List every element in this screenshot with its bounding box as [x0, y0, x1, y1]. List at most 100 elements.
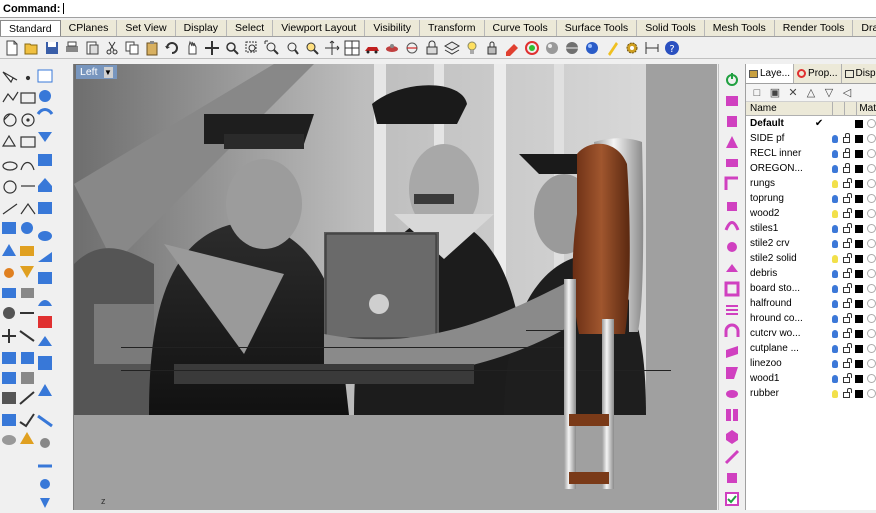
layer-name[interactable]: cutcrv wo...: [746, 328, 815, 339]
rendered-sphere-icon[interactable]: [582, 38, 602, 58]
tab-render-tools[interactable]: Render Tools: [775, 20, 854, 37]
layer-name[interactable]: stile2 solid: [746, 253, 815, 264]
layer-color-swatch[interactable]: [855, 390, 863, 398]
column-current[interactable]: [833, 102, 845, 115]
tab-surface-tools[interactable]: Surface Tools: [557, 20, 637, 37]
layer-color-swatch[interactable]: [855, 345, 863, 353]
delete-layer-icon[interactable]: ✕: [786, 86, 800, 99]
open-file-icon[interactable]: [22, 38, 42, 58]
material-icon[interactable]: [867, 149, 876, 158]
tab-layers[interactable]: Laye...: [746, 64, 794, 83]
layer-row[interactable]: SIDE pf: [746, 131, 876, 146]
lock-icon[interactable]: [840, 360, 852, 368]
light-bulb-icon[interactable]: [829, 165, 841, 173]
material-icon[interactable]: [867, 284, 876, 293]
material-icon[interactable]: [867, 314, 876, 323]
collapse-icon[interactable]: ◁: [840, 86, 854, 99]
material-icon[interactable]: [867, 359, 876, 368]
new-sublayer-icon[interactable]: ▣: [768, 86, 782, 99]
lock-icon[interactable]: [840, 345, 852, 353]
lock-icon[interactable]: [422, 38, 442, 58]
material-icon[interactable]: [867, 194, 876, 203]
layer-row[interactable]: halfround: [746, 296, 876, 311]
column-on[interactable]: [845, 102, 857, 115]
dimension-icon[interactable]: [642, 38, 662, 58]
light-bulb-icon[interactable]: [829, 285, 841, 293]
split-icon[interactable]: [722, 406, 742, 424]
light-bulb-icon[interactable]: [829, 300, 841, 308]
fillet-icon[interactable]: [722, 175, 742, 193]
tab-visibility[interactable]: Visibility: [365, 20, 420, 37]
column-material[interactable]: Mat: [857, 102, 876, 115]
new-file-icon[interactable]: [2, 38, 22, 58]
layer-name[interactable]: rubber: [746, 388, 815, 399]
lock-icon[interactable]: [840, 255, 852, 263]
box-icon[interactable]: [722, 91, 742, 109]
layer-color-swatch[interactable]: [855, 225, 863, 233]
cone-icon[interactable]: [722, 133, 742, 151]
layer-name[interactable]: halfround: [746, 298, 815, 309]
layer-row[interactable]: stile2 crv: [746, 236, 876, 251]
properties-icon[interactable]: [502, 38, 522, 58]
layer-row[interactable]: wood2: [746, 206, 876, 221]
tab-properties[interactable]: Prop...: [794, 64, 841, 83]
layer-name[interactable]: rungs: [746, 178, 815, 189]
layer-row[interactable]: stile2 solid: [746, 251, 876, 266]
offset-srf-icon[interactable]: [722, 343, 742, 361]
layer-color-swatch[interactable]: [855, 210, 863, 218]
light-bulb-icon[interactable]: [829, 210, 841, 218]
lock-icon[interactable]: [840, 150, 852, 158]
light-bulb-icon[interactable]: [829, 345, 841, 353]
layer-color-swatch[interactable]: [855, 330, 863, 338]
lock-icon[interactable]: [840, 300, 852, 308]
check-object-icon[interactable]: [722, 490, 742, 508]
layer-color-swatch[interactable]: [855, 300, 863, 308]
lock-icon[interactable]: [840, 210, 852, 218]
print-icon[interactable]: [62, 38, 82, 58]
layer-name[interactable]: wood2: [746, 208, 815, 219]
layer-color-swatch[interactable]: [855, 135, 863, 143]
layer-row[interactable]: rungs: [746, 176, 876, 191]
material-icon[interactable]: [867, 209, 876, 218]
lock-icon[interactable]: [840, 375, 852, 383]
network-srf-icon[interactable]: [722, 301, 742, 319]
tab-set-view[interactable]: Set View: [117, 20, 175, 37]
layer-name[interactable]: hround co...: [746, 313, 815, 324]
tab-transform[interactable]: Transform: [420, 20, 484, 37]
join-icon[interactable]: [722, 469, 742, 487]
layer-row[interactable]: RECL inner: [746, 146, 876, 161]
cut-icon[interactable]: [102, 38, 122, 58]
rotate-view-icon[interactable]: [202, 38, 222, 58]
light-bulb-icon[interactable]: [462, 38, 482, 58]
lock-icon[interactable]: [840, 315, 852, 323]
zoom-extents-icon[interactable]: [262, 38, 282, 58]
new-layer-icon[interactable]: □: [750, 87, 764, 99]
color-wheel-icon[interactable]: [522, 38, 542, 58]
layer-row[interactable]: debris: [746, 266, 876, 281]
material-icon[interactable]: [867, 269, 876, 278]
options-gear-icon[interactable]: [622, 38, 642, 58]
cap-icon[interactable]: [722, 385, 742, 403]
layer-row[interactable]: cutcrv wo...: [746, 326, 876, 341]
light-bulb-icon[interactable]: [829, 135, 841, 143]
viewport-title[interactable]: Left ▼: [76, 65, 117, 79]
extrude-icon[interactable]: [722, 196, 742, 214]
left-toolbar-icons[interactable]: [0, 66, 72, 510]
material-icon[interactable]: [867, 344, 876, 353]
tab-viewport-layout[interactable]: Viewport Layout: [273, 20, 365, 37]
light-bulb-icon[interactable]: [829, 390, 841, 398]
render-sphere-icon[interactable]: [542, 38, 562, 58]
material-icon[interactable]: [867, 179, 876, 188]
pan-icon[interactable]: [182, 38, 202, 58]
layer-color-swatch[interactable]: [855, 150, 863, 158]
material-icon[interactable]: [867, 389, 876, 398]
move-icon[interactable]: [322, 38, 342, 58]
layer-color-swatch[interactable]: [855, 375, 863, 383]
move-down-icon[interactable]: ▽: [822, 86, 836, 99]
tab-select[interactable]: Select: [227, 20, 273, 37]
layer-color-swatch[interactable]: [855, 315, 863, 323]
layer-color-swatch[interactable]: [855, 270, 863, 278]
tab-standard[interactable]: Standard: [0, 20, 61, 37]
layer-color-swatch[interactable]: [855, 360, 863, 368]
material-icon[interactable]: [867, 374, 876, 383]
